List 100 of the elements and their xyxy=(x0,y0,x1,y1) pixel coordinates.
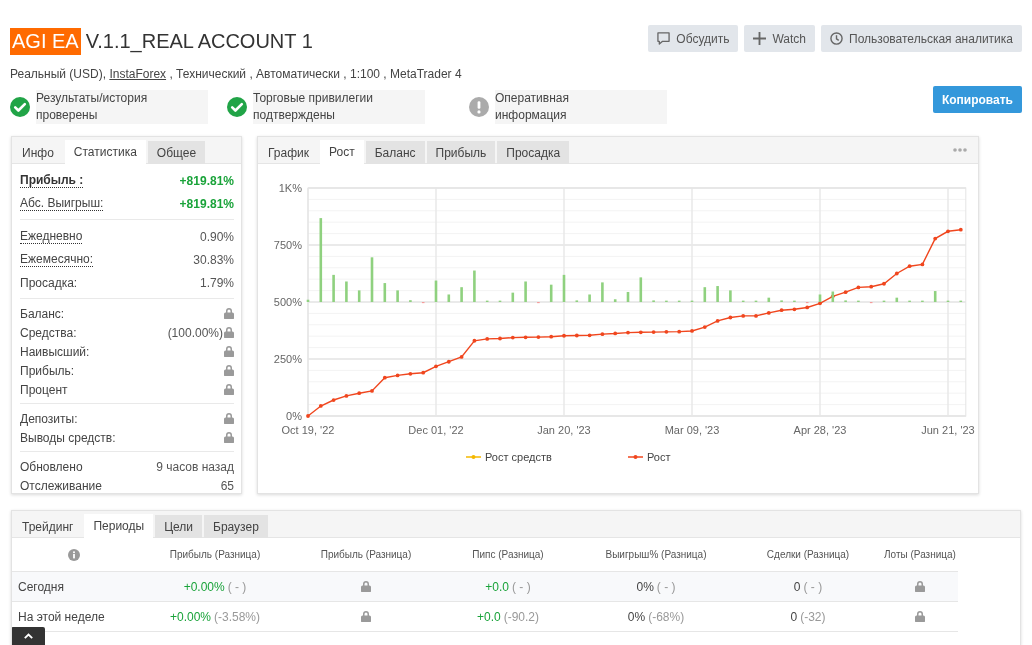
tab[interactable]: Цели xyxy=(155,515,202,538)
period-label: Сегодня xyxy=(18,579,64,594)
chart-bar xyxy=(831,291,835,302)
period-value: 0% xyxy=(627,609,646,624)
period-difference: ( - ) xyxy=(656,579,676,594)
caret-up-icon xyxy=(23,633,33,639)
stat-label: Просадка: xyxy=(20,275,78,290)
stat-label: Баланс: xyxy=(20,306,65,321)
stat-value: 0.90% xyxy=(199,229,234,244)
verification-label: Торговые привилегии подтверждены xyxy=(253,90,425,124)
tab[interactable]: Браузер xyxy=(204,515,268,538)
verification-label: Оперативная информация xyxy=(495,90,667,124)
stat-label[interactable]: Прибыль : xyxy=(20,173,84,188)
broker-link[interactable]: InstaForex xyxy=(109,67,167,81)
info-icon[interactable] xyxy=(68,548,80,561)
tab[interactable]: Трейдинг xyxy=(13,515,83,538)
speech-bubble-icon xyxy=(657,32,671,45)
x-axis-label: Dec 01, '22 xyxy=(408,424,464,436)
period-difference: (-3.58%) xyxy=(214,609,261,624)
column-header: Прибыль (Разница) xyxy=(169,549,261,560)
period-value: 0% xyxy=(636,579,654,594)
chart-bar xyxy=(524,281,527,302)
tab[interactable]: Статистика xyxy=(64,140,146,164)
y-axis-label: 250% xyxy=(273,353,302,365)
period-difference: (-32) xyxy=(800,609,826,624)
chart-bar xyxy=(716,286,719,302)
chart-bar xyxy=(639,277,643,302)
x-axis-label: Oct 19, '22 xyxy=(281,424,335,436)
chart-bar xyxy=(549,284,553,302)
chart-bar xyxy=(703,287,707,302)
stat-value: 65 xyxy=(220,478,234,493)
title-highlight: AGI EA xyxy=(10,28,81,55)
legend-line-icon[interactable] xyxy=(465,455,482,459)
period-label: На этой неделе xyxy=(18,609,105,624)
plus-icon xyxy=(753,32,767,45)
period-value: 0 xyxy=(790,609,798,624)
period-difference: ( - ) xyxy=(803,579,823,594)
account-info: Реальный (USD), InstaForex , Технический , Автоматически , 1:100 , MetaTrader 4 xyxy=(10,66,463,82)
period-value: +0.0 xyxy=(476,609,501,624)
tab[interactable]: Инфо xyxy=(13,141,63,164)
tab[interactable]: Баланс xyxy=(365,141,425,164)
legend-label[interactable]: Рост средств xyxy=(485,451,552,463)
chart-bar xyxy=(447,294,451,302)
stat-label: Процент xyxy=(20,382,68,397)
tab[interactable]: Прибыль xyxy=(426,141,496,164)
x-axis-label: Jun 21, '23 xyxy=(921,424,975,436)
column-header: Лоты (Разница) xyxy=(884,549,956,560)
chart-bar xyxy=(306,299,310,302)
tab[interactable]: Просадка xyxy=(497,141,570,164)
tab[interactable]: Периоды xyxy=(84,514,154,538)
stat-label[interactable]: Абс. Выигрыш: xyxy=(20,196,104,211)
y-axis-label: 0% xyxy=(286,410,302,422)
stat-value: +819.81% xyxy=(179,173,234,188)
stat-label: Обновлено xyxy=(20,459,83,474)
chart-bar xyxy=(818,294,822,302)
tab[interactable]: График xyxy=(259,141,318,164)
column-header: Пипс (Разница) xyxy=(472,549,544,560)
y-axis-label: 750% xyxy=(273,239,302,251)
period-value: +0.0 xyxy=(485,579,509,594)
legend-line-icon[interactable] xyxy=(627,455,644,459)
period-difference: ( - ) xyxy=(512,579,531,594)
chart-bar xyxy=(511,292,515,302)
stat-label: Отслеживание xyxy=(20,478,102,493)
chart-bar xyxy=(767,297,771,302)
scroll-top-button[interactable] xyxy=(12,627,45,645)
tab[interactable]: Общее xyxy=(147,141,206,164)
analytics-button[interactable]: Пользовательская аналитика xyxy=(821,25,1022,52)
clock-icon xyxy=(830,32,844,45)
stat-label[interactable]: Ежедневно xyxy=(20,229,83,244)
more-icon[interactable] xyxy=(953,148,967,152)
x-axis-label: Jan 20, '23 xyxy=(537,424,591,436)
legend-label[interactable]: Рост xyxy=(647,451,671,463)
stat-label: Выводы средств: xyxy=(20,430,116,445)
chart-bar xyxy=(588,294,591,302)
chart-bar xyxy=(434,280,438,302)
discuss-button[interactable]: Обсудить xyxy=(648,25,739,52)
chart-bar xyxy=(383,283,387,302)
chart-bar xyxy=(396,290,399,302)
stat-value: (100.00%) xyxy=(167,325,223,340)
chart-bar xyxy=(601,282,604,302)
stat-label: Депозиты: xyxy=(20,411,78,426)
watch-button[interactable]: Watch xyxy=(744,25,816,52)
tab[interactable]: Рост xyxy=(320,140,364,164)
verification-label: Результаты/история проверены xyxy=(36,90,208,124)
x-axis-label: Apr 28, '23 xyxy=(793,424,847,436)
period-difference: ( - ) xyxy=(227,579,247,594)
stat-label: Прибыль: xyxy=(20,363,75,378)
chart-bar xyxy=(370,257,374,302)
chart-bar xyxy=(460,287,463,302)
chart-bar xyxy=(357,290,361,302)
column-header: Выигрыш% (Разница) xyxy=(605,549,707,560)
chart-bar xyxy=(729,290,732,302)
column-header: Прибыль (Разница) xyxy=(320,549,412,560)
chart-bar xyxy=(562,274,566,302)
stat-value: 30.83% xyxy=(193,252,234,267)
column-header: Сделки (Разница) xyxy=(766,549,850,560)
chart-bar xyxy=(473,270,476,302)
chart-bar xyxy=(345,281,348,302)
stat-label[interactable]: Ежемесячно: xyxy=(20,252,93,267)
chart-bar xyxy=(626,291,630,302)
